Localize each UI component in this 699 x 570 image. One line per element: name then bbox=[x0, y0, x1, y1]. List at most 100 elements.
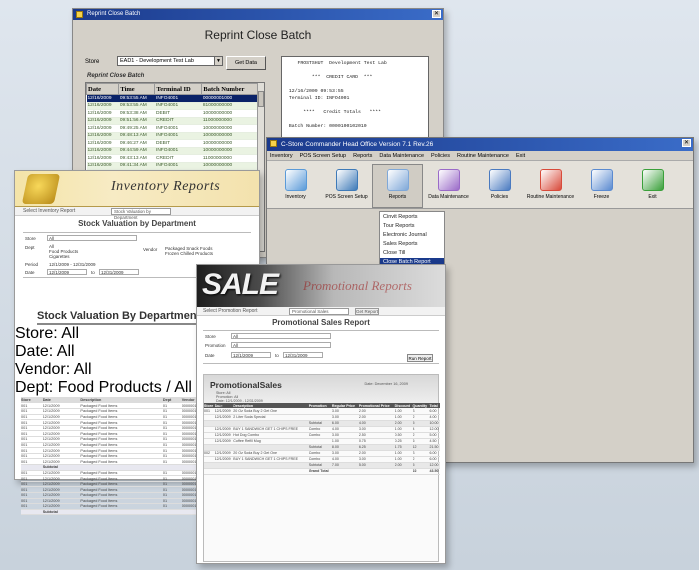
database-icon bbox=[437, 169, 460, 191]
report-select-row: Select Inventory Report Stock Valuation … bbox=[15, 207, 259, 220]
period-label: Period bbox=[25, 262, 39, 267]
run-report-button[interactable]: Run Report bbox=[407, 354, 433, 362]
toolbar-button-policies[interactable]: Policies bbox=[474, 164, 525, 208]
table-cell bbox=[162, 509, 182, 516]
table-cell: 11000000000 bbox=[201, 154, 258, 163]
table-row[interactable]: 12/16/2009 09:51:56 AM CREDIT 11000000000 bbox=[86, 117, 258, 125]
toolbar-button-label: Freeze bbox=[593, 194, 610, 200]
table-cell: 12/16/2009 bbox=[86, 102, 119, 110]
toolbar-button-freeze[interactable]: Freeze bbox=[576, 164, 627, 208]
close-icon[interactable]: ✕ bbox=[682, 139, 691, 147]
date-to-value: 12/31/2009 bbox=[285, 353, 308, 358]
table-row[interactable]: 12/16/2009 09:43:13 AM CREDIT 11000000000 bbox=[86, 154, 258, 163]
table-cell bbox=[394, 468, 413, 475]
reports-menu-item[interactable]: Electronic Journal bbox=[380, 231, 444, 240]
menu-item-reports[interactable]: Reports bbox=[353, 153, 372, 159]
table-cell: 09:43:13 AM bbox=[118, 154, 155, 163]
table-row[interactable]: 12/16/2009 09:53:38 AM DEBIT 10000000000 bbox=[86, 109, 258, 118]
column-header: Regular Price bbox=[331, 403, 359, 408]
toolbar-button-routine-maintenance[interactable]: Routine Maintenance bbox=[525, 164, 576, 208]
table-cell: 10000000000 bbox=[201, 162, 258, 170]
get-data-button[interactable]: Get Data bbox=[226, 56, 266, 70]
toolbar-button-data-maintenance[interactable]: Data Maintenance bbox=[423, 164, 474, 208]
column-header[interactable]: Date bbox=[86, 83, 120, 95]
get-report-button[interactable]: Get Report bbox=[355, 308, 379, 315]
date-from-value: 12/1/2009 bbox=[233, 353, 254, 358]
report-page: Page 1 of 1 bbox=[216, 403, 235, 407]
scrollbar-thumb[interactable] bbox=[258, 91, 264, 107]
toolbar-button-exit[interactable]: Exit bbox=[627, 164, 678, 208]
store-input[interactable] bbox=[47, 235, 137, 241]
table-row[interactable]: 12/16/2009 09:44:59 AM INFO4001 10000000000 bbox=[86, 147, 258, 155]
report-select[interactable]: Promotional Sales bbox=[289, 308, 349, 315]
app-icon bbox=[76, 11, 83, 18]
promotion-input-value: All bbox=[233, 343, 239, 348]
toolbar-button-reports[interactable]: Reports bbox=[372, 164, 423, 208]
menu-item-pos-screen-setup[interactable]: POS Screen Setup bbox=[300, 153, 346, 159]
menu-item-routine-maintenance[interactable]: Routine Maintenance bbox=[457, 153, 509, 159]
table-row[interactable]: 12/16/2009 09:48:13 AM INFO4001 10000000000 bbox=[86, 132, 258, 140]
table-row[interactable]: 12/16/2009 09:49:25 AM INFO4001 10000000000 bbox=[86, 124, 258, 133]
vendor-option[interactable]: Frozen Chilled Products bbox=[165, 251, 213, 256]
table-cell: 12/16/2009 bbox=[86, 109, 119, 118]
toolbar: Inventory POS Screen Setup Reports Data Mai… bbox=[267, 161, 693, 209]
promotional-reports-window: SALE Promotional Reports Select Promotio… bbox=[196, 264, 446, 564]
chevron-down-icon[interactable]: ▼ bbox=[214, 57, 222, 65]
window-title-bar: C-Store Commander Head Office Version 7.… bbox=[267, 138, 693, 151]
table-cell bbox=[204, 468, 215, 475]
table-cell bbox=[80, 509, 163, 516]
table-row[interactable]: 12/16/2009 09:53:55 AM INFO4001 00000001000 bbox=[86, 94, 258, 103]
store-label: Store bbox=[85, 59, 100, 65]
reports-menu-item[interactable]: Tour Reports bbox=[380, 222, 444, 231]
banner-title: Inventory Reports bbox=[111, 179, 221, 194]
toolbar-button-pos-screen-setup[interactable]: POS Screen Setup bbox=[321, 164, 372, 208]
promotion-label: Promotion bbox=[205, 343, 226, 348]
promotion-input[interactable] bbox=[231, 342, 331, 348]
table-cell: CREDIT bbox=[154, 154, 202, 163]
table-cell bbox=[331, 468, 359, 475]
report-filter-form: Store All Promotion All Date 12/1/2009 t… bbox=[203, 330, 439, 364]
table-row[interactable]: 12/16/2009 09:41:34 AM INFO4001 10000000000 bbox=[86, 162, 258, 170]
menu-item-inventory[interactable]: Inventory bbox=[270, 153, 293, 159]
table-row[interactable]: 12/16/2009 09:46:27 AM DEBIT 10000000000 bbox=[86, 139, 258, 148]
reports-dropdown-menu: Cinvit Reports Tour Reports Electronic Jou… bbox=[379, 211, 445, 269]
reports-menu-item[interactable]: Cinvit Reports bbox=[380, 213, 444, 222]
date-to-label: to bbox=[91, 270, 95, 275]
reports-menu-item[interactable]: Sales Reports bbox=[380, 240, 444, 249]
store-input[interactable] bbox=[231, 333, 331, 339]
date-to-value: 12/31/2009 bbox=[101, 270, 124, 275]
column-header[interactable]: Batch Number bbox=[201, 83, 258, 95]
table-cell: 09:53:38 AM bbox=[118, 109, 155, 118]
store-label: Store bbox=[205, 334, 216, 339]
close-icon[interactable]: ✕ bbox=[432, 10, 441, 18]
reports-menu-item[interactable]: Close Till bbox=[380, 249, 444, 258]
store-select-value: EAD1 - Development Test Lab bbox=[120, 58, 194, 64]
toolbar-button-inventory[interactable]: Inventory bbox=[270, 164, 321, 208]
table-cell: 12/16/2009 bbox=[86, 154, 119, 163]
dept-option[interactable]: Cigarettes bbox=[49, 254, 70, 259]
menu-item-exit[interactable]: Exit bbox=[516, 153, 525, 159]
table-cell: CREDIT bbox=[154, 117, 202, 125]
report-select-label: Select Inventory Report bbox=[23, 208, 76, 214]
period-value[interactable]: 12/1/2009 - 12/31/2009 bbox=[49, 262, 96, 267]
report-header: PromotionalSales Date: December 16, 2009… bbox=[204, 375, 438, 407]
menu-bar: Inventory POS Screen Setup Reports Data Mai… bbox=[267, 151, 693, 161]
app-icon bbox=[270, 140, 277, 147]
table-cell: INFO4001 bbox=[154, 124, 202, 133]
table-row[interactable]: 12/16/2009 09:53:55 AM INFO4001 81000000000 bbox=[86, 102, 258, 110]
store-select[interactable]: EAD1 - Development Test Lab ▼ bbox=[117, 56, 223, 66]
table-cell: Grand Total bbox=[308, 468, 332, 475]
table-cell: 81000000000 bbox=[201, 102, 258, 110]
column-header: Discount bbox=[394, 403, 413, 408]
table-cell: 09:51:56 AM bbox=[118, 117, 155, 125]
table-cell: 09:53:55 AM bbox=[118, 94, 155, 103]
column-header[interactable]: Time bbox=[118, 83, 156, 95]
exit-arrow-icon bbox=[641, 169, 664, 191]
column-header[interactable]: Terminal ID bbox=[154, 83, 203, 95]
menu-item-policies[interactable]: Policies bbox=[431, 153, 450, 159]
toolbar-button-label: Inventory bbox=[285, 194, 306, 200]
menu-item-data-maintenance[interactable]: Data Maintenance bbox=[379, 153, 424, 159]
table-cell: 10000000000 bbox=[201, 132, 258, 140]
report-select[interactable]: Stock Valuation by Department bbox=[111, 208, 171, 220]
store-input-value: All bbox=[49, 236, 55, 241]
